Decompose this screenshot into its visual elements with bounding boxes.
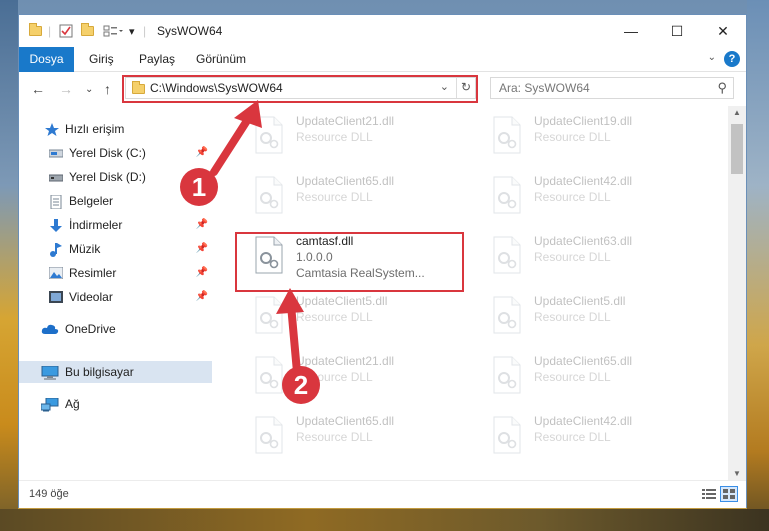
arrow-1-line <box>210 112 254 176</box>
arrow-2-head <box>276 288 304 314</box>
callout-step-1: 1 <box>180 168 218 206</box>
callout-step-2: 2 <box>282 366 320 404</box>
annotation-arrows <box>210 100 304 376</box>
arrow-2-line <box>287 301 301 376</box>
